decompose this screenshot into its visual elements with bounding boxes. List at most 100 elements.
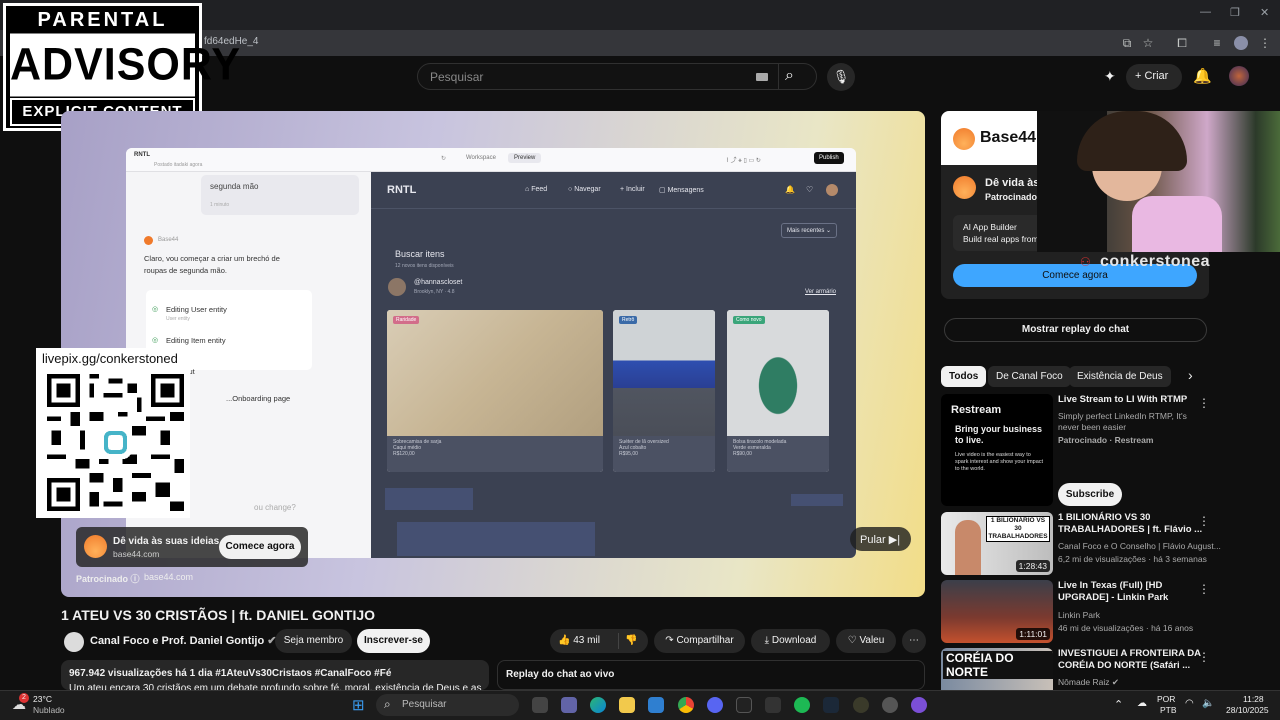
recommendation-ad[interactable]: Restream Bring your business to live. Li… (941, 394, 1273, 506)
lang-secondary[interactable]: PTB (1160, 705, 1177, 715)
rec-thumbnail[interactable]: 1:11:01 (941, 580, 1053, 643)
browser-menu-icon[interactable]: ⋮ (1258, 36, 1272, 50)
live-chat-replay-header[interactable]: Replay do chat ao vivo (497, 660, 925, 690)
rec-title[interactable]: Live Stream to LI With RTMP (1058, 394, 1208, 406)
rntl-logo: RNTL (387, 184, 417, 196)
more-options-icon[interactable]: ⋮ (1198, 582, 1210, 596)
taskbar-search[interactable]: ⌕ Pesquisar (376, 694, 519, 716)
rec-title[interactable]: INVESTIGUEI A FRONTEIRA DA CORÉIA DO NOR… (1058, 648, 1208, 672)
create-post-icon[interactable]: ✦ (1104, 68, 1116, 85)
task-view-icon[interactable] (532, 697, 548, 713)
clock-time[interactable]: 11:28 (1243, 694, 1264, 704)
cloud-icon[interactable]: ☁ (1137, 698, 1147, 709)
share-button[interactable]: ↷ Compartilhar (654, 629, 745, 653)
item-card-1: Raridade Sobrecamisa de sarja Caqui médi… (387, 310, 603, 472)
like-button[interactable]: 👍 43 mil (558, 635, 600, 646)
show-chat-replay-button[interactable]: Mostrar replay do chat (944, 318, 1207, 342)
create-button[interactable]: + Criar (1126, 64, 1182, 90)
dislike-button[interactable]: 👎 (625, 629, 637, 653)
obs-icon[interactable] (882, 697, 898, 713)
app-icon[interactable] (736, 697, 752, 713)
app-icon[interactable] (911, 697, 927, 713)
more-options-icon[interactable]: ⋮ (1198, 396, 1210, 410)
chip-topic[interactable]: Existência de Deus (1069, 366, 1171, 387)
ad-brand: Base44 (980, 129, 1037, 146)
tray-overflow-icon[interactable]: ⌃ (1114, 698, 1123, 711)
nav-mensagens: ▢ Mensagens (659, 187, 704, 194)
more-options-icon[interactable]: ⋮ (1198, 514, 1210, 528)
rec-channel: Nômade Raiz ✔ (1058, 677, 1119, 687)
recommendation-item[interactable]: CORÉIA DO NORTE INVESTIGUEI A FRONTEIRA … (941, 648, 1273, 690)
ad-cta-button[interactable]: Comece agora (219, 535, 301, 559)
skip-ad-button[interactable]: Pular ▶| (850, 527, 911, 551)
channel-name[interactable]: Canal Foco e Prof. Daniel Gontijo ✔ (90, 634, 276, 647)
channel-avatar[interactable] (64, 632, 84, 652)
rec-thumbnail[interactable]: Restream Bring your business to live. Li… (941, 394, 1053, 506)
search-icon[interactable]: ⌕ (785, 67, 794, 85)
weather-temp[interactable]: 23°C (33, 694, 52, 704)
app-title: RNTL (134, 152, 150, 158)
wifi-icon[interactable]: ◠ (1185, 698, 1194, 709)
rec-title[interactable]: Live In Texas (Full) [HD UPGRADE] - Link… (1058, 580, 1208, 604)
description-box[interactable]: 967.942 visualizações há 1 dia #1AteuVs3… (61, 660, 489, 694)
steam-icon[interactable] (823, 697, 839, 713)
reading-list-icon[interactable]: ≡ (1210, 36, 1224, 50)
rec-subscribe-button[interactable]: Subscribe (1058, 483, 1122, 506)
app-icon[interactable] (853, 697, 869, 713)
download-button[interactable]: ⤓ Download (751, 629, 830, 653)
keyboard-icon[interactable] (756, 73, 768, 81)
spotify-icon[interactable] (794, 697, 810, 713)
edge-icon[interactable] (590, 697, 606, 713)
video-player[interactable]: RNTL Postado itadaki agora ↻ Workspace P… (61, 111, 925, 597)
search-input[interactable]: Pesquisar (430, 70, 483, 84)
video-ad-overlay[interactable]: Dê vida às suas ideias base44.com Comece… (76, 527, 308, 567)
chip-all[interactable]: Todos (941, 366, 987, 387)
thumb-person (955, 520, 981, 575)
item-caption: Suéter de lã oversized Azul cobalto R$95… (613, 436, 715, 472)
join-button[interactable]: Seja membro (275, 629, 352, 653)
minimize-icon[interactable]: — (1200, 6, 1211, 18)
file-explorer-icon[interactable] (619, 697, 635, 713)
more-options-icon[interactable]: ⋮ (1198, 650, 1210, 664)
mic-icon[interactable]: 🎙 (827, 63, 855, 91)
profile-icon[interactable] (1234, 36, 1248, 50)
chrome-icon[interactable] (678, 697, 694, 713)
nav-feed: ⌂ Feed (525, 186, 548, 193)
install-app-icon[interactable]: ⧉ (1120, 36, 1134, 50)
volume-icon[interactable]: 🔈 (1202, 698, 1214, 709)
app-icon[interactable] (765, 697, 781, 713)
bookmark-star-icon[interactable]: ☆ (1141, 36, 1155, 50)
thanks-button[interactable]: ♡ Valeu (836, 629, 896, 653)
account-avatar[interactable] (1229, 66, 1249, 86)
clock-date[interactable]: 28/10/2025 (1226, 705, 1269, 715)
more-actions-icon[interactable]: ⋯ (902, 629, 926, 653)
windows-start-icon[interactable]: ⊞ (352, 696, 365, 714)
rec-title[interactable]: 1 BILIONÁRIO VS 30 TRABALHADORES | ft. F… (1058, 512, 1208, 536)
verified-icon: ✔ (1111, 677, 1119, 687)
weather-desc[interactable]: Nublado (33, 705, 65, 715)
search-box[interactable]: Pesquisar (417, 63, 817, 90)
discord-icon[interactable] (707, 697, 723, 713)
chevron-right-icon[interactable]: › (1188, 367, 1193, 383)
store-icon[interactable] (648, 697, 664, 713)
recommendation-item[interactable]: 1:11:01 Live In Texas (Full) [HD UPGRADE… (941, 580, 1273, 643)
item-price: R$120,00 (393, 451, 415, 457)
rec-thumbnail[interactable]: 1 BILIONÁRIO VS 30 TRABALHADORES 1:28:43 (941, 512, 1053, 575)
extensions-icon[interactable]: ⧠ (1175, 36, 1189, 50)
restore-icon[interactable]: ❐ (1230, 6, 1240, 19)
app-tool-icons: ⌇ ⤴ ⚹ ▯ ▭ ↻ (726, 158, 761, 164)
lang-primary[interactable]: POR (1157, 694, 1175, 704)
subscribe-button[interactable]: Inscrever-se (357, 629, 430, 653)
item-price: R$90,00 (733, 451, 752, 457)
teams-icon[interactable] (561, 697, 577, 713)
streamer-name-overlay: conkerstonea (1100, 253, 1211, 270)
search-icon: ⌕ (384, 697, 391, 711)
bell-icon: 🔔 (785, 185, 795, 194)
ad-sponsored-domain: base44.com (144, 572, 194, 582)
recommendation-item[interactable]: 1 BILIONÁRIO VS 30 TRABALHADORES 1:28:43… (941, 512, 1273, 575)
close-window-icon[interactable]: ✕ (1260, 6, 1269, 19)
rec-channel: Canal Foco e O Conselho | Flávio August.… (1058, 541, 1221, 551)
rec-thumbnail[interactable]: CORÉIA DO NORTE (941, 648, 1053, 690)
notifications-bell-icon[interactable]: 🔔 (1193, 67, 1212, 85)
chip-channel[interactable]: De Canal Foco (988, 366, 1071, 387)
